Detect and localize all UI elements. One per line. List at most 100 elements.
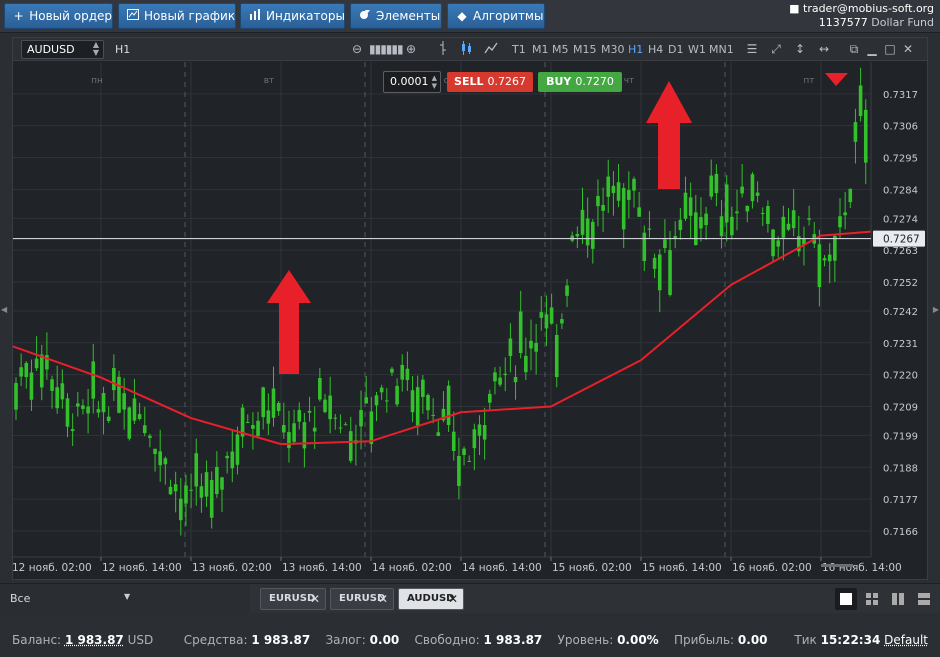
close-icon[interactable]: ✕ [448,589,458,609]
candle-body [318,378,322,400]
algorithms-button[interactable]: ◆ Алгоритмы [447,3,545,29]
candle-body [60,383,65,400]
y-tick-label: 0.7295 [883,154,918,165]
buy-button[interactable]: BUY 0.7270 [538,72,622,92]
tf-h1[interactable]: H1 [628,43,643,56]
candle-body [621,188,626,230]
tf-mn1[interactable]: MN1 [709,43,734,56]
sell-button[interactable]: SELL 0.7267 [447,72,533,92]
candle-body [106,416,111,421]
line-type-icon[interactable] [483,41,499,57]
chart-tab[interactable]: EURUSD ✕ [260,588,326,610]
tf-m1[interactable]: M1 [532,43,549,56]
candle-body [19,367,23,377]
tf-w1[interactable]: W1 [688,43,706,56]
candle-body [544,314,549,329]
chart-tab[interactable]: EURUSD ✕ [330,588,394,610]
tick-mode-link[interactable]: Default [884,633,928,647]
candle-body [755,192,760,196]
left-panel-toggle[interactable]: ◀ [1,305,7,314]
candle-body [379,387,384,393]
candle-body [822,258,827,261]
x-tick-label: 16 нояб. 14:00 [822,562,902,574]
layout-columns-icon[interactable] [887,588,909,610]
layout-grid-icon[interactable] [861,588,883,610]
free-label: Свободно: [414,633,480,647]
candle-body [807,218,811,220]
elements-button[interactable]: Элементы [350,3,442,29]
candle-body [431,414,435,416]
candle-body [328,395,332,420]
candle-body [472,429,477,449]
candle-body [137,414,142,419]
candle-body [173,484,178,492]
candle-body [348,431,353,461]
tf-m15[interactable]: M15 [573,43,597,56]
vertical-fit-icon[interactable]: ↕ [792,41,808,57]
x-tick-label: 12 нояб. 14:00 [102,562,182,574]
tf-m5[interactable]: M5 [552,43,569,56]
account-fund: Dollar Fund [871,16,934,29]
chart-header: AUDUSD ▲ ▼ H1 ⊖ ▮▮▮▮▮▮ ⊕ T1 M1 M5 M15 M30… [13,38,927,61]
new-chart-button[interactable]: Новый график [118,3,236,29]
candle-body [436,432,441,436]
stepper-icon[interactable]: ▲ ▼ [432,74,437,90]
zoom-in-icon[interactable]: ⊕ [403,41,419,57]
candle-body [493,372,497,382]
minimize-icon[interactable]: ▁ [864,41,880,57]
layout-single-icon[interactable] [835,588,857,610]
close-icon[interactable]: ✕ [310,589,320,609]
candle-body [678,219,683,231]
chart-tab-active[interactable]: AUDUSD ✕ [398,588,464,610]
balance-value[interactable]: 1 983.87 [65,633,124,647]
symbol-select[interactable]: AUDUSD ▲ ▼ [21,40,104,59]
candle-body [307,410,312,413]
stepper-icon: ▲ ▼ [92,40,99,57]
candle-body [863,109,868,163]
candle-type-icon[interactable] [459,41,475,57]
candle-body [457,456,461,486]
candle-body [477,424,482,436]
candle-body [117,376,121,413]
zoom-out-icon[interactable]: ⊖ [349,41,365,57]
diamond-icon: ◆ [457,9,467,23]
candle-body [400,364,405,380]
horizontal-scrollbar[interactable] [821,564,853,567]
zoom-slider-icon[interactable]: ▮▮▮▮▮▮ [369,41,404,57]
right-panel-toggle[interactable]: ▶ [933,305,939,314]
close-icon[interactable]: ✕ [900,41,916,57]
filter-select[interactable]: Все ▼ [0,584,250,614]
candle-body [843,212,847,216]
indicators-button[interactable]: Индикаторы [240,3,345,29]
elements-label: Элементы [376,9,441,23]
candle-body [220,477,224,490]
sell-price: 0.7267 [487,75,526,88]
horizontal-fit-icon[interactable]: ↔ [816,41,832,57]
pip-step-input[interactable]: 0.0001 ▲ ▼ [383,71,441,93]
account-info[interactable]: ■ trader@mobius-soft.org 1137577 Dollar … [789,2,934,30]
y-tick-label: 0.7209 [883,402,918,413]
bar-type-icon[interactable] [435,41,451,57]
candle-body [652,257,657,269]
tf-d1[interactable]: D1 [668,43,683,56]
candle-body [565,285,569,296]
new-order-button[interactable]: + Новый ордер [4,3,113,29]
indicators-list-icon[interactable]: ☰ [744,41,760,57]
candle-body [112,367,116,391]
candle-body [508,338,513,356]
fit-icon[interactable]: ⤢ [768,41,784,57]
layout-rows-icon[interactable] [913,588,935,610]
candle-body [827,254,832,262]
y-tick-label: 0.7242 [883,307,918,318]
close-icon[interactable]: ✕ [378,589,388,609]
tf-h4[interactable]: H4 [648,43,663,56]
price-chart[interactable]: пнвтсрчтпт 0.73170.73060.72950.72840.727… [13,62,927,579]
account-email: trader@mobius-soft.org [803,2,934,15]
tf-m30[interactable]: M30 [601,43,625,56]
current-price-label: 0.7267 [883,234,920,246]
detach-icon[interactable]: ⧉ [846,41,862,57]
y-tick-label: 0.7199 [883,431,918,442]
maximize-icon[interactable]: □ [882,41,898,57]
candle-body [503,373,508,376]
tf-t1[interactable]: T1 [512,43,526,56]
